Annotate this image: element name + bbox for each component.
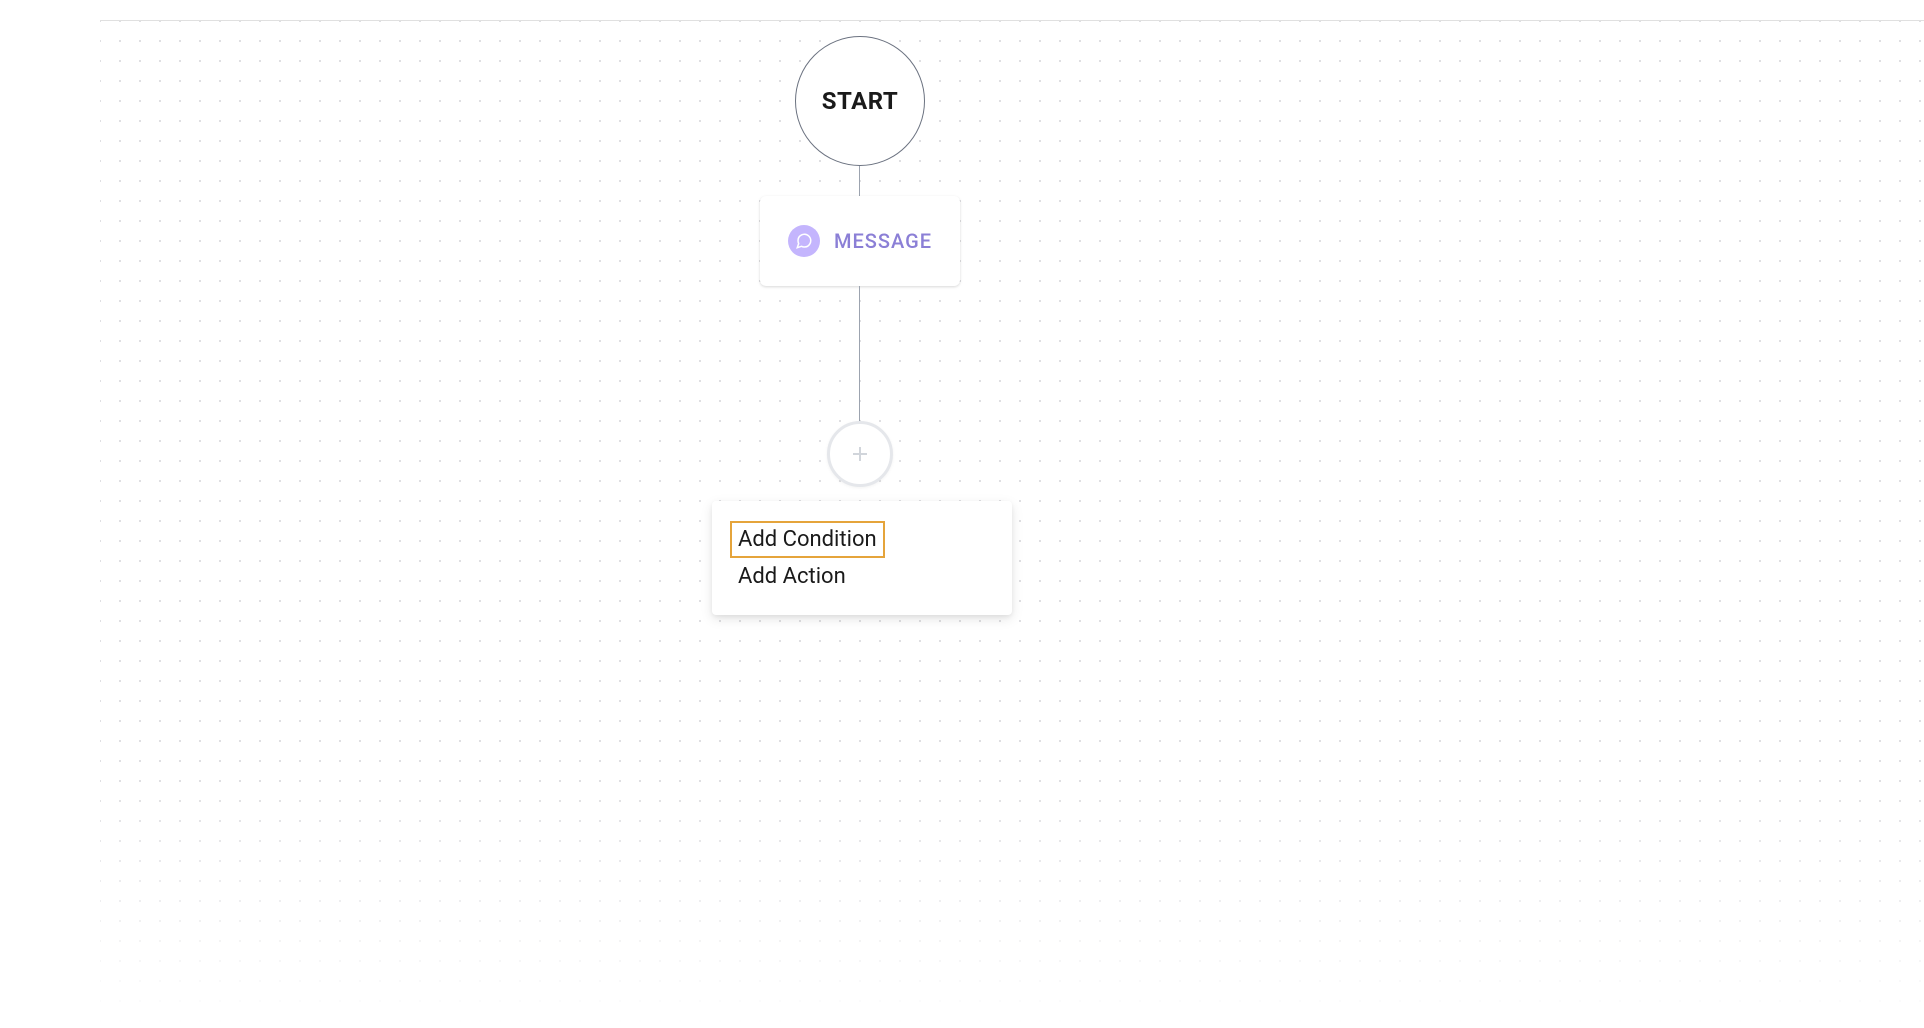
start-node[interactable]: START bbox=[795, 36, 925, 166]
dropdown-item-add-action[interactable]: Add Action bbox=[730, 558, 854, 595]
dropdown-item-label: Add Condition bbox=[738, 527, 877, 552]
connector-line bbox=[859, 166, 860, 196]
flow-container: START MESSAGE Add Condition bbox=[100, 21, 1924, 1028]
add-step-dropdown: Add Condition Add Action bbox=[712, 501, 1012, 615]
message-node[interactable]: MESSAGE bbox=[760, 196, 960, 286]
message-node-label: MESSAGE bbox=[834, 229, 932, 253]
add-step-button[interactable] bbox=[827, 421, 893, 487]
dropdown-item-label: Add Action bbox=[738, 564, 846, 589]
plus-icon bbox=[848, 442, 872, 466]
connector-line bbox=[859, 286, 860, 421]
start-node-label: START bbox=[822, 87, 899, 115]
dropdown-item-add-condition[interactable]: Add Condition bbox=[730, 521, 885, 558]
chat-icon bbox=[788, 225, 820, 257]
flow-canvas[interactable]: START MESSAGE Add Condition bbox=[100, 21, 1924, 1028]
